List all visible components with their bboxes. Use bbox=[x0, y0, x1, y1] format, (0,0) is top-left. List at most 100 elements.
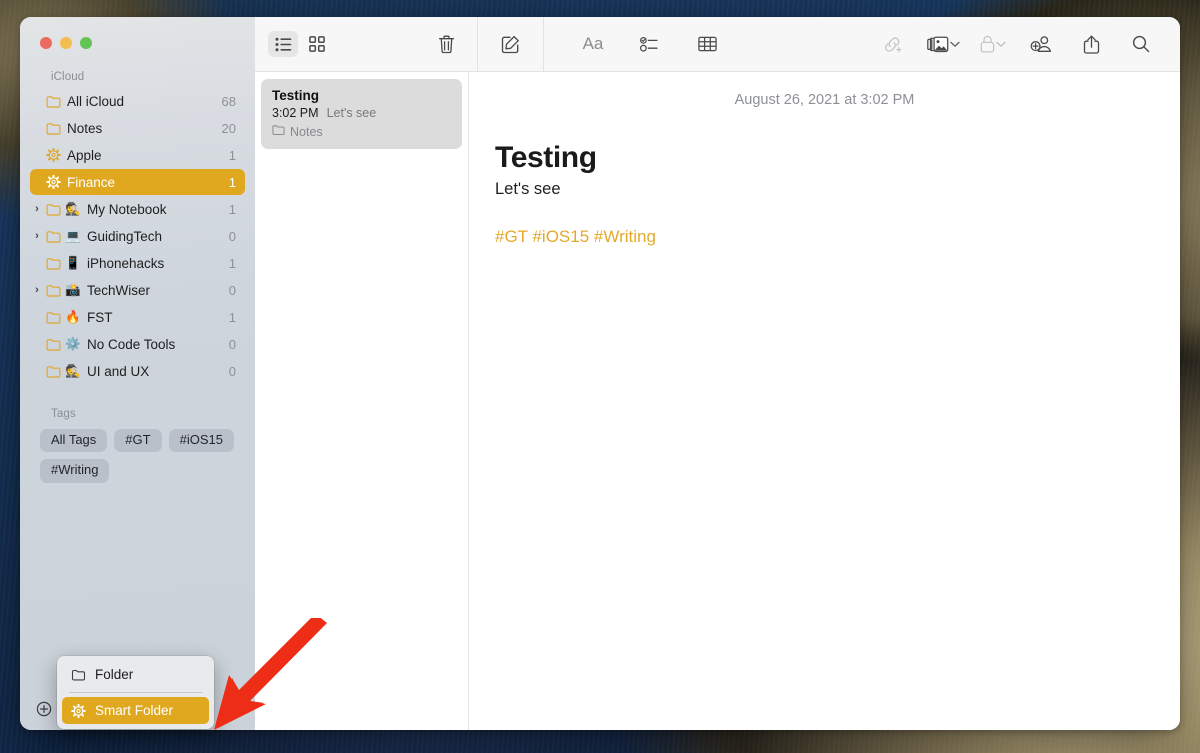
sidebar-folder-techwiser[interactable]: ›📸TechWiser0 bbox=[30, 277, 245, 303]
sidebar-folder-no-code-tools[interactable]: ⚙️No Code Tools0 bbox=[30, 331, 245, 357]
note-editor[interactable]: August 26, 2021 at 3:02 PM Testing Let's… bbox=[469, 72, 1180, 730]
folder-name: TechWiser bbox=[83, 283, 229, 298]
tag-chip[interactable]: #GT bbox=[114, 429, 161, 452]
lock-button[interactable] bbox=[980, 31, 1006, 57]
sidebar: iCloud All iCloud68 Notes20 Apple1 Finan… bbox=[20, 17, 255, 730]
minimize-button[interactable] bbox=[60, 37, 72, 49]
sidebar-folder-notes[interactable]: Notes20 bbox=[30, 115, 245, 141]
folder-icon bbox=[44, 230, 63, 243]
folder-count: 1 bbox=[229, 175, 236, 190]
trash-button[interactable] bbox=[431, 31, 461, 57]
sidebar-folder-fst[interactable]: 🔥FST1 bbox=[30, 304, 245, 330]
tag-chip[interactable]: #Writing bbox=[40, 459, 109, 482]
disclosure-spacer bbox=[30, 312, 44, 323]
lock-chevron-down-icon[interactable] bbox=[996, 41, 1006, 48]
folder-name: All iCloud bbox=[63, 94, 222, 109]
folder-icon bbox=[44, 365, 63, 378]
folder-count: 0 bbox=[229, 283, 236, 298]
folder-icon bbox=[44, 257, 63, 270]
disclosure-spacer bbox=[30, 96, 44, 107]
toolbar-format-group: Aa bbox=[544, 31, 722, 57]
format-label: Aa bbox=[583, 34, 604, 54]
popup-separator bbox=[69, 692, 202, 693]
folder-count: 1 bbox=[229, 310, 236, 325]
disclosure-spacer bbox=[30, 150, 44, 161]
list-view-button[interactable] bbox=[268, 31, 298, 57]
note-list-item[interactable]: Testing3:02 PMLet's seeNotes bbox=[261, 79, 462, 149]
sidebar-folder-guidingtech[interactable]: ›💻GuidingTech0 bbox=[30, 223, 245, 249]
smart-folder-icon bbox=[70, 704, 86, 718]
folder-name: FST bbox=[83, 310, 229, 325]
tag-list: All Tags #GT #iOS15 #Writing bbox=[20, 425, 255, 483]
note-item-meta: 3:02 PMLet's see bbox=[272, 106, 451, 120]
folder-name: No Code Tools bbox=[83, 337, 229, 352]
sidebar-section-tags: Tags bbox=[20, 399, 255, 425]
toolbar-compose-group bbox=[478, 31, 543, 57]
zoom-button[interactable] bbox=[80, 37, 92, 49]
disclosure-spacer bbox=[30, 339, 44, 350]
folder-count: 1 bbox=[229, 202, 236, 217]
folder-emoji: 📱 bbox=[63, 257, 83, 270]
table-button[interactable] bbox=[692, 31, 722, 57]
sidebar-folder-all-icloud[interactable]: All iCloud68 bbox=[30, 88, 245, 114]
toolbar-actions-group bbox=[877, 31, 1180, 57]
sidebar-folder-ui-and-ux[interactable]: 🕵️UI and UX0 bbox=[30, 358, 245, 384]
collaborate-button[interactable] bbox=[1026, 31, 1056, 57]
folder-emoji: 🔥 bbox=[63, 311, 83, 324]
smart-folder-icon bbox=[44, 175, 63, 189]
note-tags-line[interactable]: #GT #iOS15 #Writing bbox=[495, 227, 1180, 247]
note-heading: Testing bbox=[495, 141, 1180, 175]
note-body[interactable]: Testing Let's see #GT #iOS15 #Writing bbox=[469, 141, 1180, 247]
search-button[interactable] bbox=[1126, 31, 1156, 57]
note-date: August 26, 2021 at 3:02 PM bbox=[469, 92, 1180, 108]
disclosure-spacer bbox=[30, 123, 44, 134]
sidebar-folder-iphonehacks[interactable]: 📱iPhonehacks1 bbox=[30, 250, 245, 276]
close-button[interactable] bbox=[40, 37, 52, 49]
desktop-wallpaper: iCloud All iCloud68 Notes20 Apple1 Finan… bbox=[0, 0, 1200, 753]
folder-icon bbox=[44, 311, 63, 324]
disclosure-chevron-right-icon[interactable]: › bbox=[30, 285, 44, 296]
window-traffic-lights bbox=[20, 17, 255, 62]
new-folder-popup-menu[interactable]: Folder Smart Folder bbox=[57, 656, 214, 729]
folder-count: 20 bbox=[222, 121, 236, 136]
sidebar-folder-apple[interactable]: Apple1 bbox=[30, 142, 245, 168]
folder-count: 68 bbox=[222, 94, 236, 109]
note-item-time: 3:02 PM bbox=[272, 106, 319, 120]
sidebar-section-icloud: iCloud bbox=[20, 62, 255, 88]
folder-name: My Notebook bbox=[83, 202, 229, 217]
toolbar: Aa bbox=[255, 17, 1180, 72]
sidebar-folder-my-notebook[interactable]: ›🕵️My Notebook1 bbox=[30, 196, 245, 222]
content-panes: Testing 3:02 PMLet's see Notes August 26, … bbox=[255, 72, 1180, 730]
main-area: Aa bbox=[255, 17, 1180, 730]
note-item-folder-label: Notes bbox=[290, 125, 323, 139]
disclosure-chevron-right-icon[interactable]: › bbox=[30, 231, 44, 242]
folder-icon bbox=[44, 338, 63, 351]
plus-circle-icon bbox=[36, 701, 52, 717]
folder-name: iPhonehacks bbox=[83, 256, 229, 271]
folder-icon bbox=[44, 203, 63, 216]
disclosure-spacer bbox=[30, 366, 44, 377]
folder-icon bbox=[44, 284, 63, 297]
format-button[interactable]: Aa bbox=[580, 31, 606, 57]
popup-item-smart-folder[interactable]: Smart Folder bbox=[62, 697, 209, 724]
gallery-view-button[interactable] bbox=[302, 31, 332, 57]
folder-emoji: ⚙️ bbox=[63, 338, 83, 351]
disclosure-spacer bbox=[30, 258, 44, 269]
popup-item-label: Folder bbox=[95, 667, 133, 682]
folder-name: Apple bbox=[63, 148, 229, 163]
media-chevron-down-icon[interactable] bbox=[950, 41, 960, 48]
share-button[interactable] bbox=[1076, 31, 1106, 57]
link-button[interactable] bbox=[877, 31, 907, 57]
popup-item-folder[interactable]: Folder bbox=[62, 661, 209, 688]
disclosure-chevron-right-icon[interactable]: › bbox=[30, 204, 44, 215]
media-button[interactable] bbox=[927, 31, 960, 57]
folder-emoji: 💻 bbox=[63, 230, 83, 243]
tag-chip[interactable]: #iOS15 bbox=[169, 429, 234, 452]
sidebar-folder-finance[interactable]: Finance1 bbox=[30, 169, 245, 195]
compose-button[interactable] bbox=[496, 31, 526, 57]
checklist-button[interactable] bbox=[634, 31, 664, 57]
disclosure-spacer bbox=[30, 177, 44, 188]
tag-chip[interactable]: All Tags bbox=[40, 429, 107, 452]
folder-icon bbox=[272, 124, 285, 139]
toolbar-view-group bbox=[255, 31, 415, 57]
